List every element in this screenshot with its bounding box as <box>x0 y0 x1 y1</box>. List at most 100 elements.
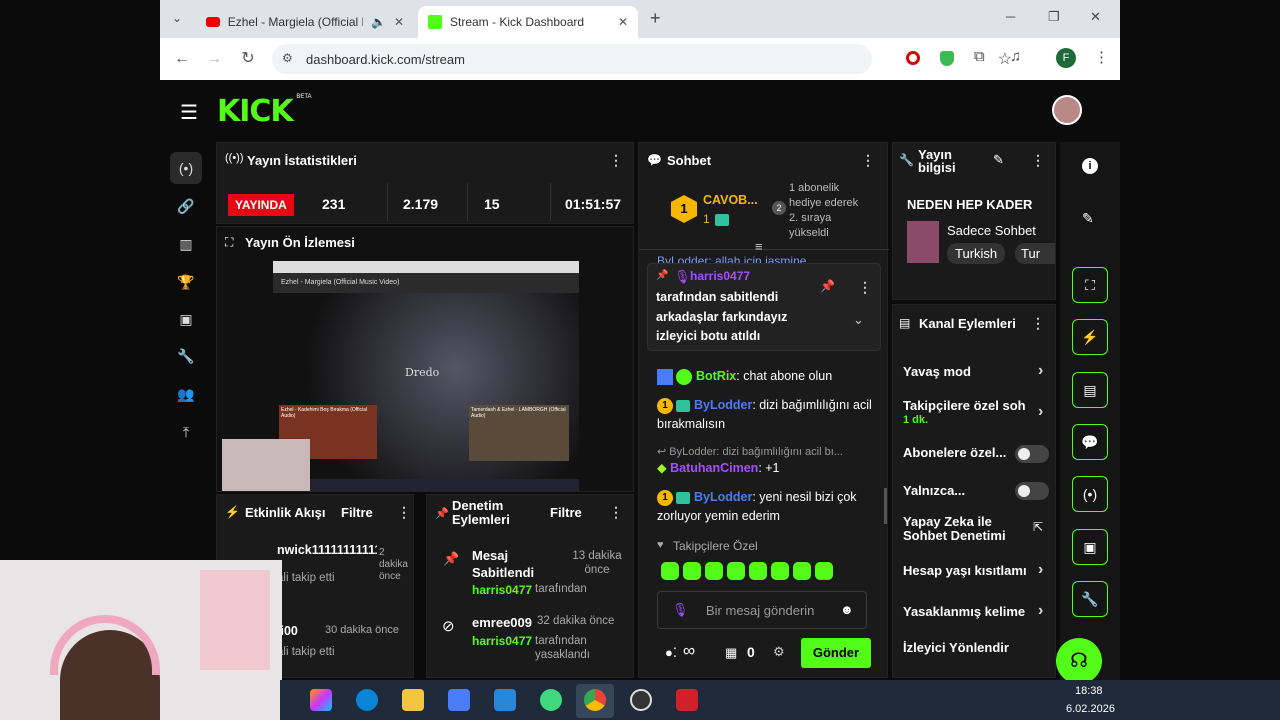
address-bar[interactable]: ⚙ dashboard.kick.com/stream ☆ <box>272 44 1012 74</box>
shield-extension-icon[interactable] <box>940 51 954 66</box>
broadcast-icon[interactable]: (•) <box>176 158 196 178</box>
chat-toggle-button[interactable]: 💬 <box>1072 424 1108 460</box>
store-icon[interactable]: ▦ <box>725 645 737 661</box>
edge-icon[interactable] <box>356 689 378 711</box>
opera-extension-icon[interactable] <box>906 51 920 65</box>
more-icon[interactable]: ⋮ <box>1031 152 1045 169</box>
close-tab-icon[interactable]: ✕ <box>618 15 628 29</box>
video-icon[interactable]: ▣ <box>176 309 196 329</box>
preview-toggle-button[interactable]: ⛶ <box>1072 267 1108 303</box>
settings-toggle-button[interactable]: 🔧 <box>1072 581 1108 617</box>
obs-icon[interactable] <box>630 689 652 711</box>
tag-chip[interactable]: Tur <box>1015 243 1055 264</box>
more-icon[interactable]: ⋮ <box>397 504 411 521</box>
action-followers-only[interactable]: Takipçilere özel soh <box>903 398 1033 413</box>
media-control-icon[interactable]: ♫ <box>1010 48 1021 65</box>
action-raid[interactable]: İzleyici Yönlendir <box>903 640 1053 655</box>
audio-icon[interactable]: 🔈 <box>371 15 386 29</box>
subscribers-only-toggle[interactable] <box>1015 445 1049 463</box>
wrench-icon[interactable]: 🔧 <box>176 346 196 366</box>
pinned-message[interactable]: 📌 🎙 harris0477 📌 ⋮ tarafından sabitlendi… <box>647 263 881 351</box>
close-window-icon[interactable]: ✕ <box>1090 9 1101 25</box>
emote-icon[interactable] <box>771 562 789 580</box>
chevron-down-icon[interactable]: ⌄ <box>853 312 864 328</box>
clock-date[interactable]: 6.02.2026 <box>1066 703 1115 715</box>
trophy-icon[interactable]: 🏆 <box>176 272 196 292</box>
store-icon[interactable] <box>448 689 470 711</box>
emote-icon[interactable] <box>661 562 679 580</box>
support-chat-button[interactable]: ☊ <box>1056 638 1102 684</box>
category-name[interactable]: Sadece Sohbet <box>947 223 1036 238</box>
emote-icon[interactable] <box>683 562 701 580</box>
game-app-icon[interactable] <box>676 689 698 711</box>
broadcast-toggle-button[interactable]: (•) <box>1072 476 1108 512</box>
send-button[interactable]: Gönder <box>801 638 871 668</box>
action-slow-mode[interactable]: Yavaş mod <box>903 364 1053 379</box>
emote-icon[interactable] <box>793 562 811 580</box>
notes-toggle-button[interactable]: ▤ <box>1072 372 1108 408</box>
emote-icon[interactable] <box>705 562 723 580</box>
profile-avatar[interactable]: F <box>1056 48 1076 68</box>
filter-button[interactable]: Filtre <box>550 505 582 520</box>
viewers-icon[interactable]: ●⁚ <box>665 645 677 661</box>
user-avatar[interactable] <box>1052 95 1082 125</box>
back-icon[interactable]: ← <box>172 49 192 69</box>
clock-time[interactable]: 18:38 <box>1075 685 1103 697</box>
chat-user[interactable]: ByLodder <box>694 490 752 504</box>
more-icon[interactable]: ⋮ <box>1031 315 1045 332</box>
chevron-right-icon[interactable]: › <box>1038 362 1043 380</box>
tag-chip[interactable]: Turkish <box>947 243 1006 264</box>
info-icon[interactable]: i <box>1082 158 1098 174</box>
settings-gear-icon[interactable]: ⚙ <box>773 644 785 660</box>
action-banned-words[interactable]: Yasaklanmış kelime <box>903 604 1053 619</box>
mod-user[interactable]: harris0477 <box>472 583 532 597</box>
mod-user[interactable]: harris0477 <box>472 634 532 648</box>
chat-user[interactable]: ByLodder <box>694 398 752 412</box>
preview-video[interactable]: Ezhel - Margiela (Official Music Video) … <box>273 261 579 491</box>
top-gifter[interactable]: CAVOB... <box>703 193 758 207</box>
chevron-right-icon[interactable]: › <box>1038 403 1043 421</box>
kick-logo[interactable]: KICK BETA <box>217 94 312 129</box>
maximize-icon[interactable]: ❐ <box>1048 9 1060 25</box>
tab-youtube[interactable]: Ezhel - Margiela (Official M 🔈 ✕ <box>196 6 414 38</box>
emote-icon[interactable] <box>749 562 767 580</box>
chevron-right-icon[interactable]: › <box>1038 561 1043 579</box>
minimize-icon[interactable]: ─ <box>1006 9 1015 24</box>
chat-user[interactable]: BotRix <box>696 369 736 383</box>
emote-icon[interactable] <box>727 562 745 580</box>
edit-icon[interactable]: ✎ <box>993 152 1004 168</box>
analytics-icon[interactable]: ▥ <box>176 234 196 254</box>
unpin-icon[interactable]: 📌 <box>820 279 835 293</box>
hamburger-menu-icon[interactable]: ☰ <box>180 100 198 125</box>
users-icon[interactable]: 👥 <box>176 384 196 404</box>
site-info-icon[interactable]: ⚙ <box>282 51 293 65</box>
chat-input[interactable]: 🎙 Bir mesaj gönderin ☻ <box>657 591 867 629</box>
action-ai-moderation[interactable]: Yapay Zeka ile Sohbet Denetimi <box>903 515 1023 543</box>
edit-icon[interactable]: ✎ <box>1082 210 1094 227</box>
reload-icon[interactable]: ↻ <box>238 49 258 69</box>
new-tab-button[interactable]: + <box>650 8 661 29</box>
more-icon[interactable]: ⋮ <box>861 152 875 169</box>
extensions-icon[interactable]: ⧉ <box>974 48 985 65</box>
filter-button[interactable]: Filtre <box>341 505 373 520</box>
external-link-icon[interactable]: ⇱ <box>1033 520 1043 534</box>
activity-toggle-button[interactable]: ⚡ <box>1072 319 1108 355</box>
tab-search-icon[interactable]: ⌄ <box>172 11 182 25</box>
chat-scrollbar[interactable] <box>884 488 887 524</box>
close-tab-icon[interactable]: ✕ <box>394 15 404 29</box>
upload-icon[interactable]: ⤒ <box>176 422 196 442</box>
more-icon[interactable]: ⋮ <box>609 152 623 169</box>
app-icon[interactable] <box>540 689 562 711</box>
forward-icon[interactable]: → <box>204 49 224 69</box>
chat-user[interactable]: BatuhanCimen <box>670 461 758 475</box>
copilot-icon[interactable] <box>310 689 332 711</box>
file-explorer-icon[interactable] <box>402 689 424 711</box>
pinned-user[interactable]: harris0477 <box>690 269 750 283</box>
emoji-icon[interactable]: ☻ <box>840 602 854 617</box>
emote-icon[interactable] <box>815 562 833 580</box>
more-icon[interactable]: ⋮ <box>858 279 872 296</box>
browser-menu-icon[interactable]: ⋮ <box>1094 48 1109 66</box>
actions-toggle-button[interactable]: ▣ <box>1072 529 1108 565</box>
emote-bar[interactable] <box>661 562 871 582</box>
chrome-icon[interactable] <box>584 689 606 711</box>
